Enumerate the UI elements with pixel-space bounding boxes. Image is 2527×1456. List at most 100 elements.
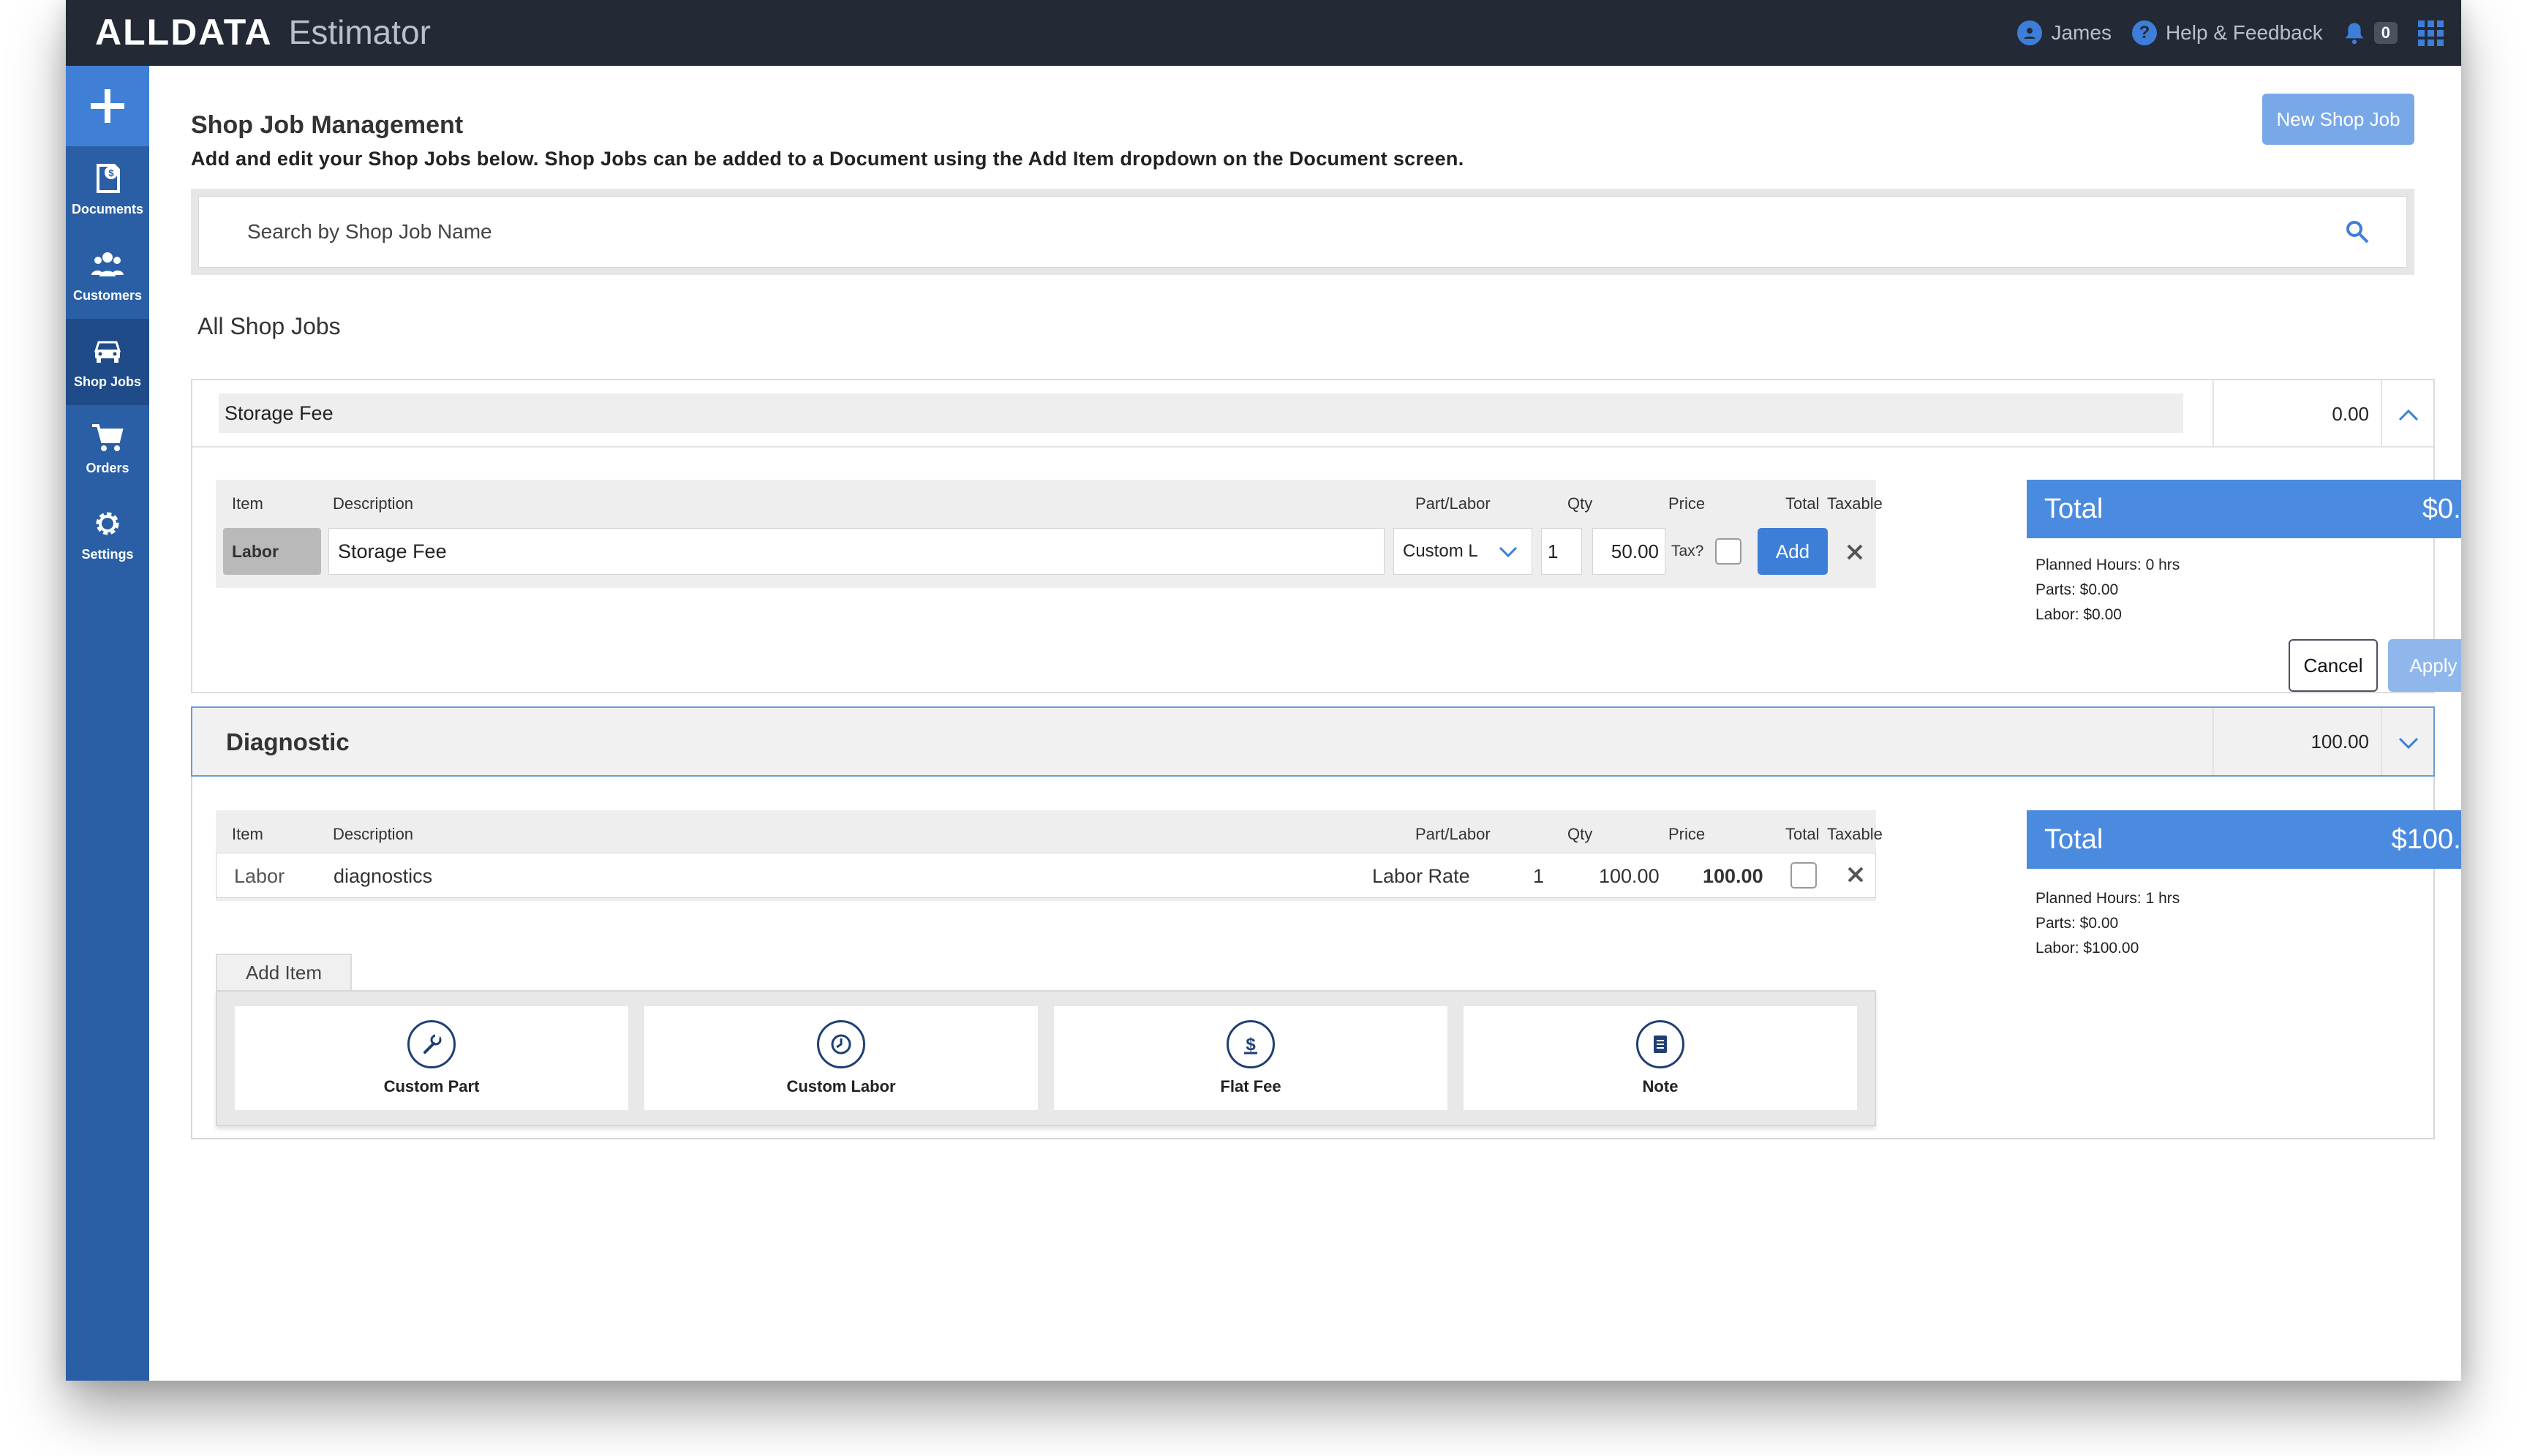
user-name: James bbox=[2051, 21, 2112, 44]
new-shop-job-button[interactable]: New Shop Job bbox=[2262, 94, 2414, 145]
apps-grid-icon[interactable] bbox=[2418, 20, 2444, 46]
create-new-button[interactable] bbox=[66, 66, 149, 146]
shop-job-panel: Storage Fee 0.00 Item Description Part/L… bbox=[191, 379, 2461, 693]
svg-text:$: $ bbox=[108, 167, 114, 178]
total-label: Total bbox=[2044, 823, 2104, 855]
shop-job-header[interactable]: Diagnostic 100.00 bbox=[191, 706, 2435, 777]
col-taxable: Taxable bbox=[1827, 494, 1883, 513]
add-custom-labor-button[interactable]: Custom Labor bbox=[644, 1006, 1038, 1110]
dollar-icon: $ bbox=[1227, 1020, 1275, 1068]
sidebar-item-settings[interactable]: Settings bbox=[66, 491, 149, 578]
tax-label: Tax? bbox=[1671, 543, 1704, 559]
table-row: Labor Storage Fee Custom L 1 50.00 Tax? … bbox=[216, 522, 1876, 581]
labor-total: Labor: $100.00 bbox=[2035, 940, 2139, 957]
line-part-labor: Labor Rate bbox=[1372, 865, 1470, 887]
header-divider bbox=[2381, 380, 2382, 448]
alldata-logo: ALLDATA bbox=[95, 12, 273, 53]
shop-job-header[interactable]: Storage Fee 0.00 bbox=[192, 380, 2433, 448]
note-icon bbox=[1636, 1020, 1684, 1068]
add-flat-fee-button[interactable]: $ Flat Fee bbox=[1054, 1006, 1447, 1110]
sidebar-item-label: Shop Jobs bbox=[73, 374, 141, 389]
col-taxable: Taxable bbox=[1827, 825, 1883, 843]
document-dollar-icon: $ bbox=[97, 163, 120, 193]
help-link[interactable]: ? Help & Feedback bbox=[2131, 20, 2323, 45]
part-labor-select[interactable]: Custom L bbox=[1393, 528, 1532, 575]
gear-icon bbox=[96, 512, 119, 535]
app-window: ALLDATA Estimator James ? Help & Feedbac… bbox=[66, 0, 2461, 1381]
total-value: $100.00 bbox=[2391, 823, 2461, 855]
col-qty: Qty bbox=[1567, 825, 1593, 843]
col-description: Description bbox=[333, 825, 414, 843]
clock-icon bbox=[817, 1020, 865, 1068]
planned-hours: Planned Hours: 1 hrs bbox=[2035, 890, 2180, 907]
add-item-tab[interactable]: Add Item bbox=[216, 954, 352, 990]
col-total: Total bbox=[1785, 494, 1820, 513]
cancel-button[interactable]: Cancel bbox=[2289, 639, 2378, 692]
add-custom-part-button[interactable]: Custom Part bbox=[235, 1006, 628, 1110]
cart-icon bbox=[92, 423, 124, 451]
total-bar: Total $100.00 bbox=[2027, 810, 2461, 869]
car-icon bbox=[94, 341, 121, 363]
add-item-options: Custom Part Custom Labor $ Flat Fee Note bbox=[216, 990, 1876, 1126]
planned-hours: Planned Hours: 0 hrs bbox=[2035, 557, 2180, 573]
job-name-field[interactable]: Storage Fee bbox=[219, 393, 2183, 433]
line-qty: 1 bbox=[1533, 865, 1545, 887]
add-note-button[interactable]: Note bbox=[1464, 1006, 1857, 1110]
tax-checkbox[interactable] bbox=[1715, 538, 1741, 565]
add-line-button[interactable]: Add bbox=[1758, 528, 1828, 575]
sidebar-item-orders[interactable]: Orders bbox=[66, 405, 149, 491]
wrench-icon bbox=[407, 1020, 456, 1068]
shop-job-panel: Diagnostic 100.00 Item Description Part/… bbox=[191, 706, 2461, 1139]
sidebar: $ Documents Customers Shop Jobs Orders S… bbox=[66, 66, 149, 1381]
apply-button[interactable]: Apply bbox=[2388, 639, 2461, 692]
total-value: $0.00 bbox=[2422, 493, 2461, 524]
notification-count: 0 bbox=[2373, 22, 2398, 44]
sidebar-item-customers[interactable]: Customers bbox=[66, 233, 149, 319]
close-icon[interactable] bbox=[1846, 865, 1865, 884]
user-menu[interactable]: James bbox=[2017, 20, 2112, 45]
parts-total: Parts: $0.00 bbox=[2035, 915, 2119, 932]
sidebar-item-label: Customers bbox=[72, 287, 143, 303]
col-part-labor: Part/Labor bbox=[1415, 494, 1491, 513]
section-label: All Shop Jobs bbox=[197, 313, 341, 339]
qty-input[interactable]: 1 bbox=[1541, 528, 1582, 575]
total-label: Total bbox=[2044, 493, 2104, 524]
col-part-labor: Part/Labor bbox=[1415, 825, 1491, 843]
sidebar-item-label: Documents bbox=[71, 201, 143, 216]
description-input[interactable]: Storage Fee bbox=[328, 528, 1385, 575]
page-title: Shop Job Management bbox=[191, 111, 464, 139]
svg-text:$: $ bbox=[1246, 1035, 1256, 1055]
chevron-up-icon[interactable] bbox=[2395, 402, 2422, 429]
option-label: Flat Fee bbox=[1220, 1077, 1281, 1095]
product-name: Estimator bbox=[288, 13, 431, 51]
line-description: diagnostics bbox=[334, 865, 433, 887]
search-icon[interactable] bbox=[2345, 219, 2370, 244]
main-content: Shop Job Management Add and edit your Sh… bbox=[149, 66, 2461, 1381]
line-price: 100.00 bbox=[1599, 865, 1660, 887]
price-input[interactable]: 50.00 bbox=[1592, 528, 1665, 575]
sidebar-item-documents[interactable]: $ Documents bbox=[66, 146, 149, 233]
col-price: Price bbox=[1668, 494, 1706, 513]
page-subtitle: Add and edit your Shop Jobs below. Shop … bbox=[191, 148, 1464, 170]
col-item: Item bbox=[232, 825, 263, 843]
close-icon[interactable] bbox=[1845, 543, 1864, 562]
search-input[interactable] bbox=[247, 220, 2345, 244]
notifications[interactable]: 0 bbox=[2343, 21, 2398, 45]
job-total: 100.00 bbox=[2311, 730, 2369, 752]
option-label: Note bbox=[1642, 1077, 1679, 1095]
help-label: Help & Feedback bbox=[2165, 21, 2323, 44]
taxable-checkbox[interactable] bbox=[1790, 862, 1817, 889]
chevron-down-icon[interactable] bbox=[2395, 730, 2422, 756]
table-row[interactable]: Labor diagnostics Labor Rate 1 100.00 10… bbox=[216, 853, 1876, 898]
line-item-type: Labor bbox=[234, 865, 285, 887]
sidebar-item-label: Settings bbox=[81, 546, 134, 562]
line-total: 100.00 bbox=[1703, 865, 1763, 887]
job-summary: Planned Hours: 0 hrs Parts: $0.00 Labor:… bbox=[2035, 553, 2180, 627]
col-total: Total bbox=[1785, 825, 1820, 843]
sidebar-item-shop-jobs[interactable]: Shop Jobs bbox=[66, 319, 149, 405]
part-labor-value: Custom L bbox=[1403, 541, 1478, 561]
help-icon: ? bbox=[2131, 20, 2157, 45]
col-qty: Qty bbox=[1567, 494, 1593, 513]
total-bar: Total $0.00 bbox=[2027, 480, 2461, 538]
brand[interactable]: ALLDATA Estimator bbox=[95, 10, 431, 54]
